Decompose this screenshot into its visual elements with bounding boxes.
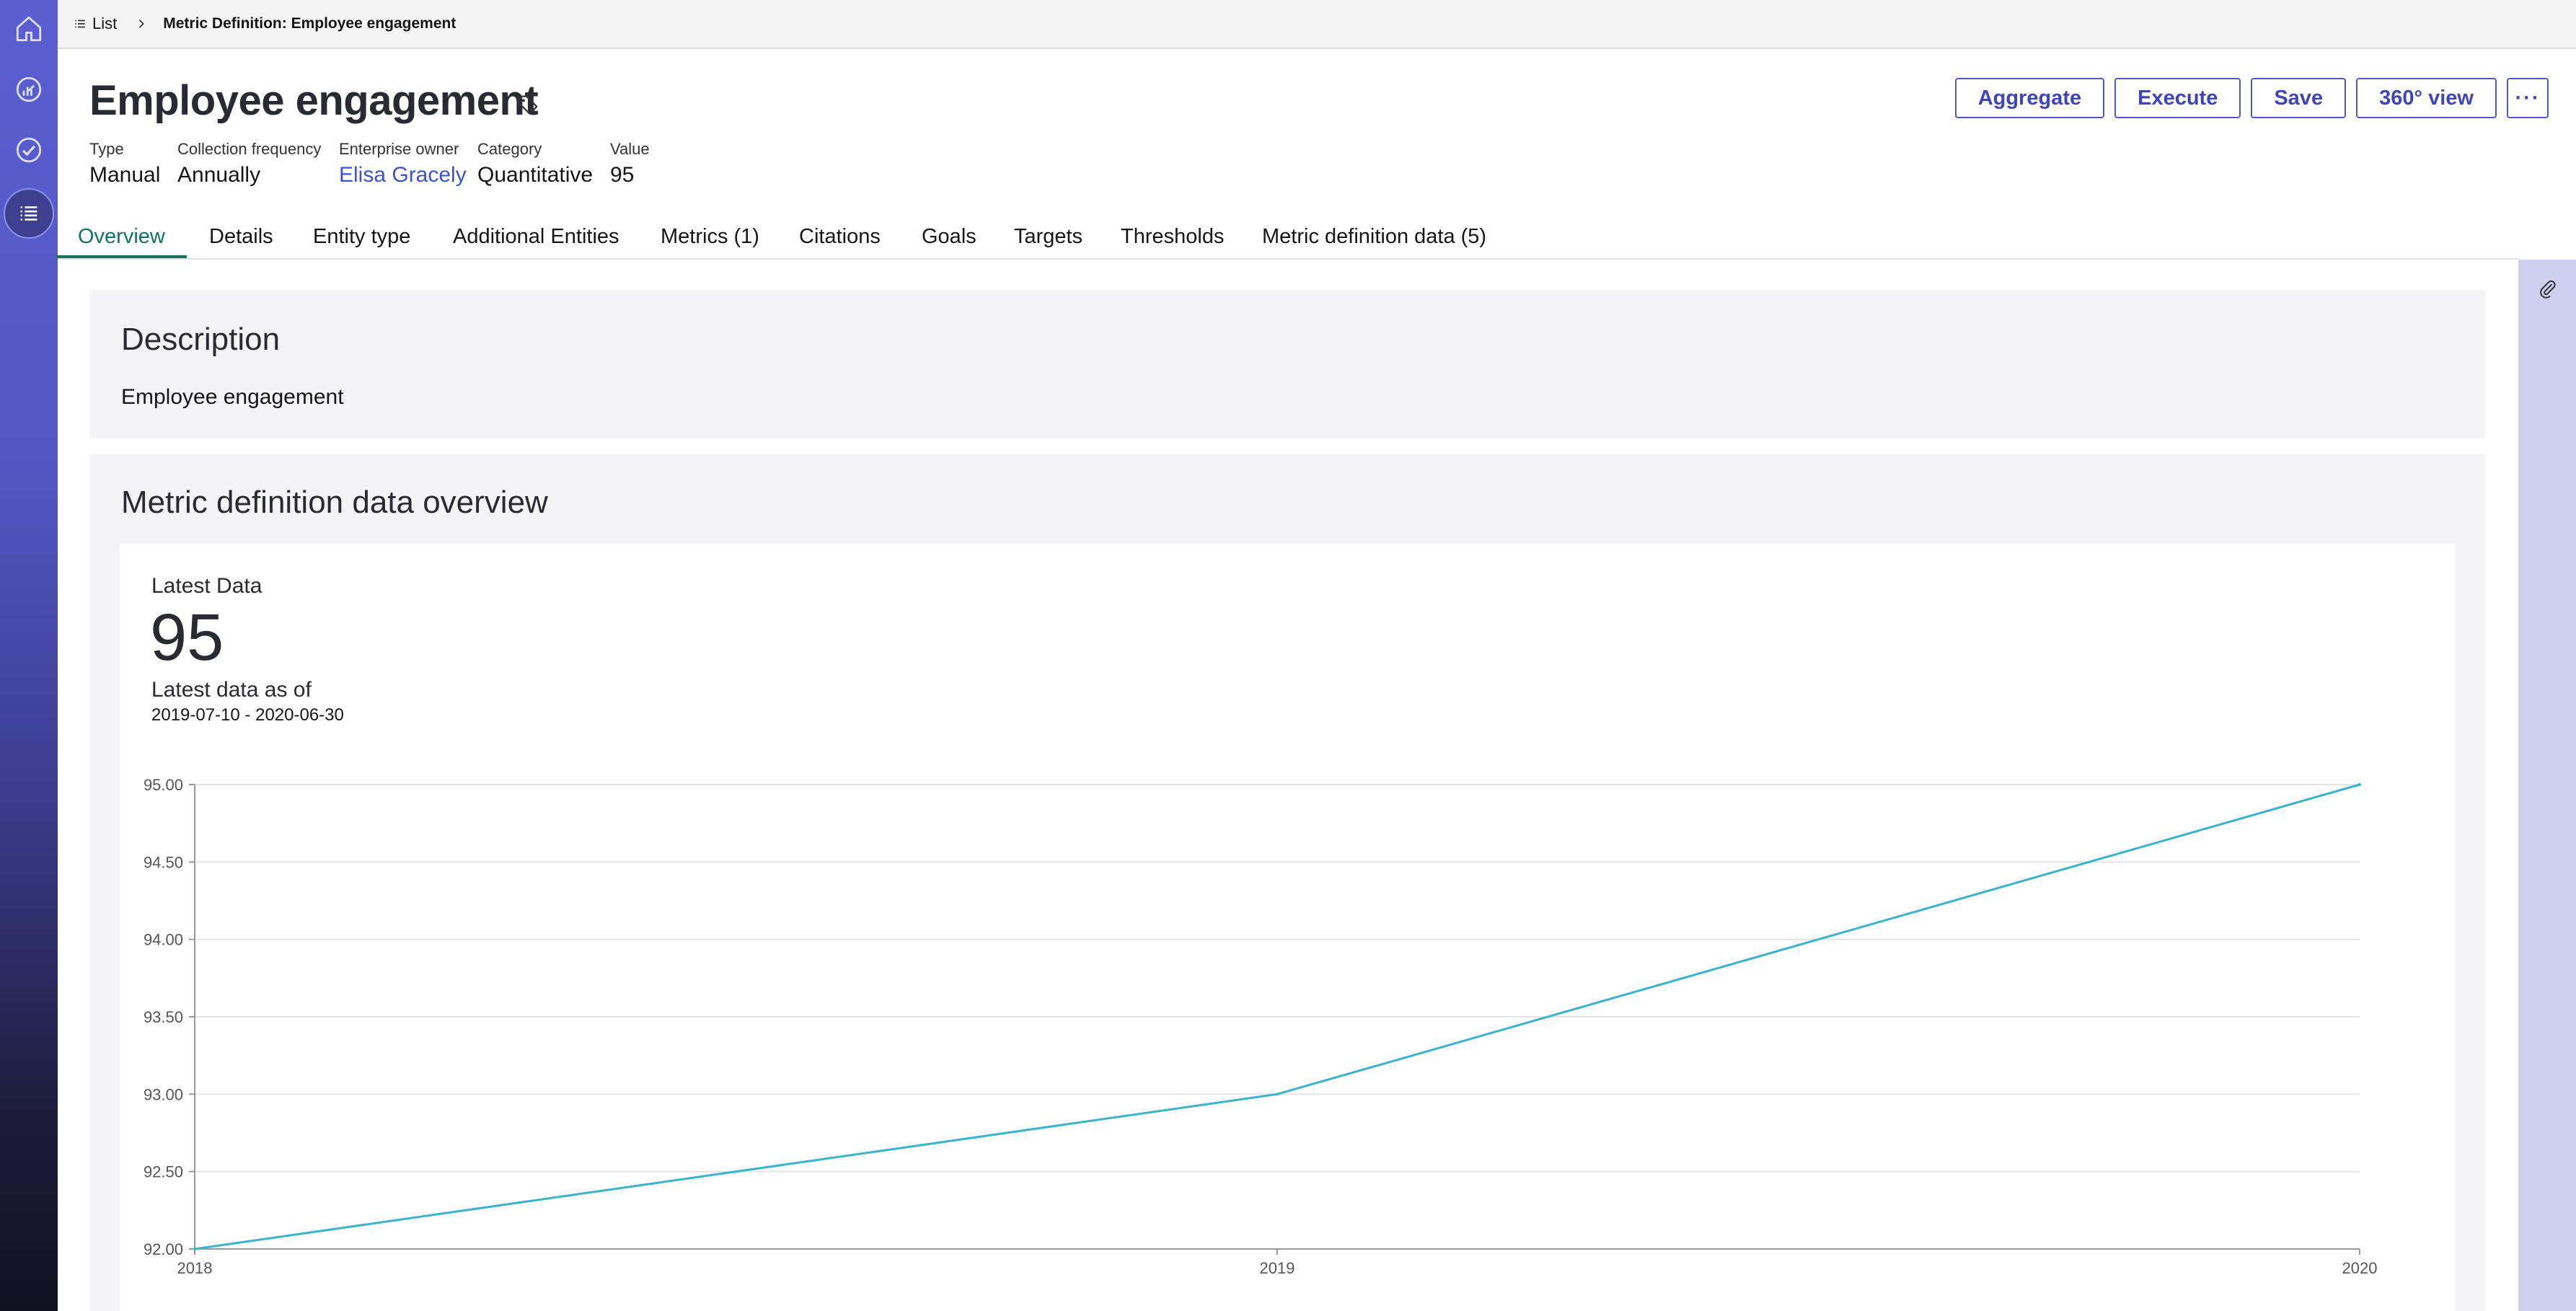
x-tick-label: 2020 — [2342, 1259, 2378, 1277]
sidebar-item-home[interactable] — [0, 0, 58, 58]
data-point — [1276, 1092, 1279, 1096]
owner-link[interactable]: Elisa Gracely — [339, 163, 467, 187]
execute-button[interactable]: Execute — [2114, 78, 2241, 118]
action-toolbar: Aggregate Execute Save 360° view ··· — [1954, 78, 2549, 118]
field-label: Value — [610, 140, 650, 158]
sidebar-active-indicator — [4, 188, 54, 239]
field-label: Category — [477, 140, 542, 158]
description-card: Description Employee engagement — [89, 290, 2485, 438]
latest-data-asof-range: 2019-07-10 - 2020-06-30 — [151, 705, 344, 725]
breadcrumb: List Metric Definition: Employee engagem… — [58, 0, 2576, 49]
latest-data-value: 95 — [150, 601, 224, 674]
y-tick-label: 93.50 — [144, 1008, 183, 1026]
tab-metric-definition-data[interactable]: Metric definition data (5) — [1262, 216, 1486, 257]
y-tick-label: 93.00 — [144, 1085, 183, 1103]
field-label: Type — [89, 140, 124, 158]
sidebar-item-tasks[interactable] — [0, 121, 58, 179]
description-text: Employee engagement — [121, 385, 344, 409]
breadcrumb-current: Metric Definition: Employee engagement — [163, 15, 456, 32]
sidebar — [0, 0, 58, 1311]
field-value: Manual — [89, 163, 161, 187]
tab-targets[interactable]: Targets — [1014, 216, 1082, 257]
tag-icon[interactable] — [516, 92, 541, 117]
tab-overview[interactable]: Overview — [56, 216, 187, 258]
field-label: Collection frequency — [177, 140, 322, 158]
y-tick-label: 92.00 — [144, 1240, 183, 1258]
main-content: Description Employee engagement Metric d… — [58, 260, 2518, 1311]
check-circle-icon — [16, 137, 42, 163]
dashboard-icon — [16, 76, 42, 102]
side-panel — [2518, 260, 2576, 1311]
field-enterprise-owner: Enterprise owner Elisa Gracely — [339, 140, 467, 187]
tab-goals[interactable]: Goals — [922, 216, 976, 257]
latest-data-asof-label: Latest data as of — [151, 678, 312, 702]
tab-additional-entities[interactable]: Additional Entities — [453, 216, 619, 257]
list-icon — [20, 206, 38, 221]
tab-thresholds[interactable]: Thresholds — [1121, 216, 1224, 257]
chevron-right-icon — [136, 18, 147, 30]
field-collection-frequency: Collection frequency Annually — [177, 140, 321, 187]
tab-details[interactable]: Details — [209, 216, 273, 257]
field-value-metric: Value 95 — [610, 140, 650, 187]
y-tick-label: 94.50 — [144, 853, 183, 871]
tab-entity-type[interactable]: Entity type — [313, 216, 410, 257]
view-360-button[interactable]: 360° view — [2356, 78, 2497, 118]
aggregate-button[interactable]: Aggregate — [1954, 78, 2105, 118]
overview-card: Metric definition data overview Latest D… — [89, 454, 2485, 1311]
field-value: Annually — [177, 163, 261, 187]
description-title: Description — [121, 322, 281, 357]
data-point — [2358, 783, 2361, 786]
line-chart: 92.00 92.50 93.00 93.50 94.00 94.50 95.00 2018 2… — [144, 776, 2378, 1277]
y-tick-label: 95.00 — [144, 776, 183, 794]
page-title: Employee engagement — [89, 77, 539, 124]
field-label: Enterprise owner — [339, 140, 459, 158]
sidebar-item-dashboard[interactable] — [0, 61, 58, 118]
y-tick-label: 94.00 — [144, 931, 183, 949]
latest-data-label: Latest Data — [151, 574, 263, 598]
field-value: 95 — [610, 163, 635, 187]
data-point — [193, 1248, 196, 1250]
overview-panel: Latest Data 95 Latest data as of 2019-07… — [120, 544, 2455, 1311]
tab-citations[interactable]: Citations — [799, 216, 881, 257]
paperclip-icon[interactable] — [2537, 278, 2559, 300]
field-category: Category Quantitative — [477, 140, 593, 187]
sidebar-item-list[interactable] — [0, 185, 58, 242]
tab-metrics[interactable]: Metrics (1) — [661, 216, 759, 257]
home-icon — [16, 16, 42, 42]
list-icon — [75, 19, 85, 28]
save-button[interactable]: Save — [2251, 78, 2347, 118]
field-type: Type Manual — [89, 140, 160, 187]
overview-title: Metric definition data overview — [121, 485, 548, 520]
tab-bar: Overview Details Entity type Additional … — [56, 216, 2518, 260]
x-tick-label: 2018 — [177, 1259, 213, 1277]
y-tick-label: 92.50 — [144, 1163, 183, 1181]
field-value: Quantitative — [477, 163, 594, 187]
more-actions-button[interactable]: ··· — [2507, 78, 2549, 118]
breadcrumb-list-link[interactable]: List — [74, 14, 117, 33]
breadcrumb-list-label: List — [92, 14, 118, 32]
x-tick-label: 2019 — [1260, 1259, 1295, 1277]
